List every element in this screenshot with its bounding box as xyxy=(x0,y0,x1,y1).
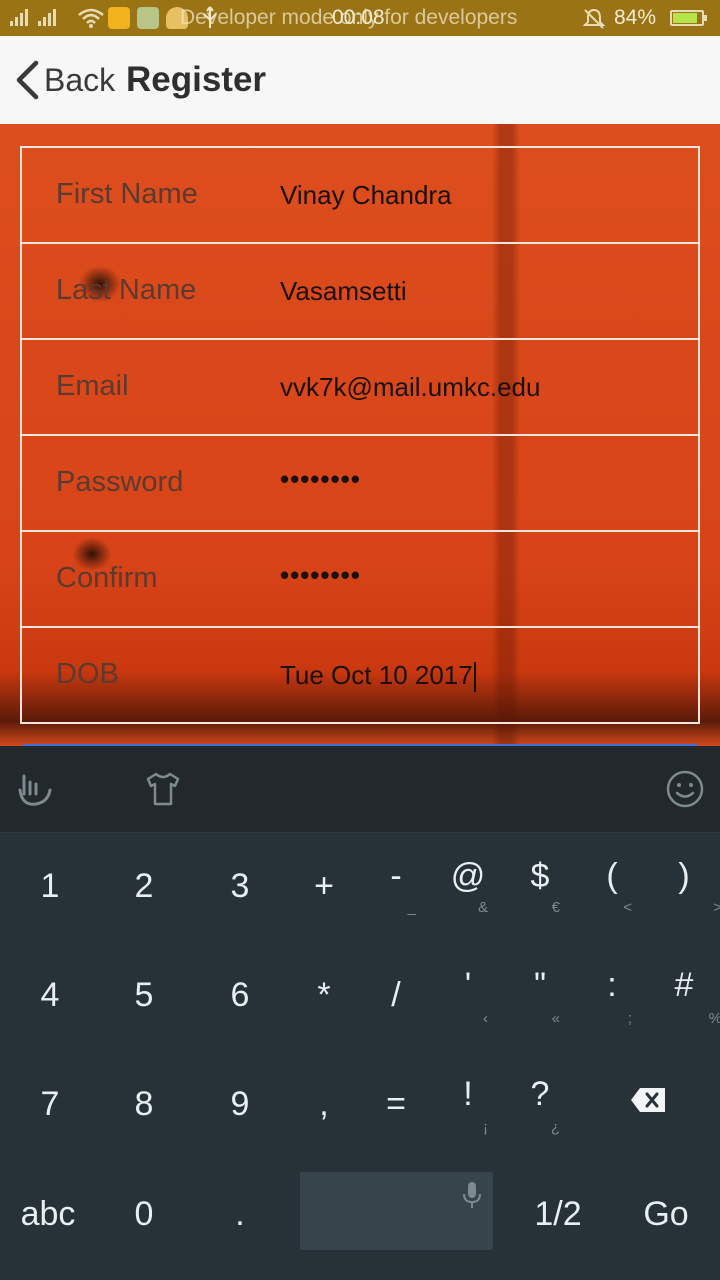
key-question[interactable]: ? ¿ xyxy=(492,1044,588,1144)
key-7[interactable]: 7 xyxy=(2,1054,98,1154)
wifi-icon xyxy=(78,8,104,28)
key-5[interactable]: 5 xyxy=(96,945,192,1045)
password-input[interactable]: •••••••• xyxy=(280,464,680,495)
first-name-row[interactable]: First Name Vinay Chandra xyxy=(22,148,698,244)
last-name-label: Last Name xyxy=(56,274,197,306)
key-3[interactable]: 3 xyxy=(192,836,288,936)
muted-bell-icon xyxy=(582,8,606,29)
key-1[interactable]: 1 xyxy=(2,836,98,936)
battery-percent: 84% xyxy=(614,6,657,29)
back-button[interactable]: Back xyxy=(14,58,115,102)
email-row[interactable]: Email vvk7k@mail.umkc.edu xyxy=(22,340,698,436)
text-cursor xyxy=(473,662,476,693)
back-label: Back xyxy=(44,61,116,98)
dob-value: Tue Oct 10 2017 xyxy=(280,660,473,690)
signal-icon xyxy=(10,8,56,26)
status-time: 00:08 xyxy=(332,6,385,29)
chevron-left-icon xyxy=(16,60,39,100)
backspace-key[interactable] xyxy=(600,1050,696,1150)
key-page-toggle[interactable]: 1/2 xyxy=(510,1164,606,1264)
confirm-password-input[interactable]: •••••••• xyxy=(280,560,680,591)
key-9[interactable]: 9 xyxy=(192,1054,288,1154)
nav-header: Back Register xyxy=(0,36,720,125)
keyboard-toolbar xyxy=(0,746,720,833)
email-label: Email xyxy=(56,370,129,402)
confirm-label: Confirm xyxy=(56,562,158,594)
spacebar[interactable] xyxy=(300,1172,493,1250)
go-key[interactable]: Go xyxy=(618,1164,714,1264)
password-row[interactable]: Password •••••••• xyxy=(22,436,698,532)
key-6[interactable]: 6 xyxy=(192,945,288,1045)
battery-icon xyxy=(670,10,707,26)
emoji-icon[interactable] xyxy=(664,768,706,810)
dob-row[interactable]: DOB Tue Oct 10 2017 xyxy=(22,628,698,724)
soft-keyboard: 1 2 3 + - _ @ & $ € (< ) > 4 5 6 * / ' ‹ " « :… xyxy=(0,746,720,1280)
message-notification-icon xyxy=(137,7,159,29)
gesture-hand-icon[interactable] xyxy=(14,768,56,810)
microphone-icon xyxy=(463,1182,481,1208)
key-0[interactable]: 0 xyxy=(96,1164,192,1264)
theme-shirt-icon[interactable] xyxy=(142,768,184,810)
last-name-input[interactable]: Vasamsetti xyxy=(280,276,680,307)
key-4[interactable]: 4 xyxy=(2,945,98,1045)
key-2[interactable]: 2 xyxy=(96,836,192,936)
email-input[interactable]: vvk7k@mail.umkc.edu xyxy=(280,372,680,403)
app-notification-icon xyxy=(108,7,130,29)
confirm-row[interactable]: Confirm •••••••• xyxy=(22,532,698,628)
backspace-icon xyxy=(631,1088,665,1112)
key-abc[interactable]: abc xyxy=(0,1164,96,1264)
key-period[interactable]: . xyxy=(192,1164,288,1264)
register-form: First Name Vinay Chandra Last Name Vasam… xyxy=(20,146,700,724)
status-bar: Developer mode only for developers 00:08… xyxy=(0,0,720,36)
key-hash[interactable]: #% xyxy=(636,935,720,1035)
key-8[interactable]: 8 xyxy=(96,1054,192,1154)
password-label: Password xyxy=(56,466,184,498)
key-paren-close[interactable]: ) > xyxy=(636,826,720,926)
last-name-row[interactable]: Last Name Vasamsetti xyxy=(22,244,698,340)
first-name-input[interactable]: Vinay Chandra xyxy=(280,180,680,211)
page-title: Register xyxy=(126,60,267,99)
dob-input[interactable]: Tue Oct 10 2017 xyxy=(280,660,680,693)
register-form-area: First Name Vinay Chandra Last Name Vasam… xyxy=(0,124,720,746)
dob-label: DOB xyxy=(56,658,119,690)
first-name-label: First Name xyxy=(56,178,198,210)
